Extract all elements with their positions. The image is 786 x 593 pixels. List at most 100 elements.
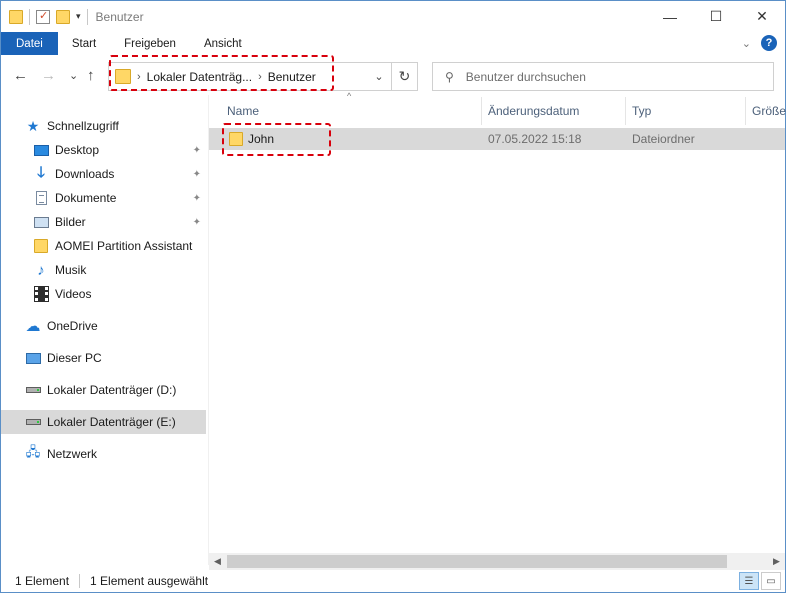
maximize-button[interactable]: ☐ [693, 1, 739, 32]
pin-icon: ✦ [192, 168, 201, 180]
sidebar-item-desktop[interactable]: Desktop ✦ [33, 138, 205, 162]
minimize-button[interactable]: — [647, 1, 693, 32]
pin-icon: ✦ [192, 144, 201, 156]
sidebar-item-label: Bilder [55, 215, 86, 229]
sidebar-item-label: Videos [55, 287, 92, 301]
sidebar-item-label: Lokaler Datenträger (E:) [47, 415, 176, 429]
toolbar-divider [29, 8, 30, 25]
view-switcher: ☰ ▭ [739, 572, 781, 590]
pc-icon [25, 350, 41, 366]
address-bar[interactable]: › Lokaler Datenträg... › Benutzer ⌄ ↻ [108, 62, 418, 91]
document-icon [33, 190, 49, 206]
sidebar-item-label: Dieser PC [47, 351, 102, 365]
breadcrumb: › Lokaler Datenträg... › Benutzer [109, 63, 367, 90]
pictures-icon [33, 214, 49, 230]
help-icon[interactable]: ? [761, 35, 777, 51]
sidebar-item-drive-e[interactable]: Lokaler Datenträger (E:) [1, 410, 206, 434]
explorer-window: ▾ Benutzer — ☐ ✕ Datei Start Freigeben A… [0, 0, 786, 593]
breadcrumb-item-drive[interactable]: Lokaler Datenträg... [147, 70, 252, 84]
breadcrumb-separator-icon[interactable]: › [258, 71, 262, 83]
music-icon: ♪ [37, 261, 45, 279]
tab-ansicht[interactable]: Ansicht [190, 32, 256, 55]
network-icon: 🖧 [25, 444, 41, 459]
back-button[interactable]: ← [13, 67, 28, 84]
sidebar-item-label: Dokumente [55, 191, 117, 205]
breadcrumb-item-benutzer[interactable]: Benutzer [268, 70, 316, 84]
sidebar-item-videos[interactable]: Videos [33, 282, 91, 306]
sidebar-item-dieser-pc[interactable]: Dieser PC [25, 346, 102, 370]
ribbon-right-controls: ⌄ ? [742, 35, 777, 51]
download-icon: 🡓 [37, 163, 45, 181]
scroll-left-icon[interactable]: ◀ [209, 553, 226, 570]
quick-access-toolbar: ▾ [1, 8, 88, 25]
sidebar-item-dokumente[interactable]: Dokumente ✦ [33, 186, 205, 210]
pin-icon: ✦ [192, 192, 201, 204]
item-count: 1 Element [15, 574, 70, 588]
properties-icon[interactable] [36, 9, 50, 24]
customize-toolbar-dropdown-icon[interactable]: ▾ [76, 11, 81, 22]
folder-icon [229, 132, 243, 146]
table-row[interactable]: John 07.05.2022 15:18 Dateiordner [209, 128, 785, 150]
sort-ascending-icon: ^ [347, 91, 352, 101]
new-folder-icon[interactable] [56, 9, 70, 24]
ribbon-tabs: Datei Start Freigeben Ansicht ⌄ ? [1, 32, 785, 55]
breadcrumb-separator-icon[interactable]: › [137, 71, 141, 83]
navigation-pane: ★ Schnellzugriff Desktop ✦ 🡓 Downloads ✦… [1, 95, 208, 565]
tab-datei[interactable]: Datei [1, 32, 58, 55]
recent-locations-button[interactable]: ⌄ [69, 69, 78, 82]
refresh-button[interactable]: ↻ [391, 63, 417, 90]
search-icon: ⚲ [445, 69, 454, 84]
forward-button[interactable]: → [41, 67, 56, 84]
modified-cell: 07.05.2022 15:18 [488, 132, 582, 146]
sidebar-item-label: Lokaler Datenträger (D:) [47, 383, 177, 397]
folder-icon [33, 238, 49, 254]
tab-freigeben[interactable]: Freigeben [110, 32, 190, 55]
file-list: ^ Name Änderungsdatum Typ Größe John 07.… [209, 91, 786, 565]
sidebar-item-musik[interactable]: ♪ Musik [33, 258, 86, 282]
sidebar-item-label: AOMEI Partition Assistant [55, 239, 193, 253]
close-button[interactable]: ✕ [739, 1, 785, 32]
file-name-cell: John [229, 128, 274, 150]
window-controls: — ☐ ✕ [647, 1, 785, 32]
sidebar-item-drive-d[interactable]: Lokaler Datenträger (D:) [25, 378, 176, 402]
sidebar-item-label: Netzwerk [47, 447, 98, 461]
sidebar-item-downloads[interactable]: 🡓 Downloads ✦ [33, 162, 205, 186]
title-bar: ▾ Benutzer — ☐ ✕ [1, 1, 785, 32]
large-icons-view-icon[interactable]: ▭ [761, 572, 781, 590]
type-cell: Dateiordner [632, 132, 695, 146]
column-divider[interactable] [745, 97, 746, 125]
cloud-icon: ☁ [25, 318, 41, 335]
column-header-modified[interactable]: Änderungsdatum [488, 95, 579, 127]
column-header-type[interactable]: Typ [632, 95, 651, 127]
scrollbar-thumb[interactable] [227, 555, 727, 568]
folder-icon [115, 69, 131, 84]
status-bar: 1 Element 1 Element ausgewählt ☰ ▭ [1, 570, 785, 592]
column-header-size[interactable]: Größe [752, 95, 786, 127]
desktop-icon [33, 142, 49, 158]
expand-ribbon-icon[interactable]: ⌄ [742, 37, 751, 50]
details-view-icon[interactable]: ☰ [739, 572, 759, 590]
column-divider[interactable] [481, 97, 482, 125]
column-header-name[interactable]: Name [227, 95, 259, 127]
horizontal-scrollbar[interactable]: ◀ ▶ [209, 553, 785, 570]
scroll-right-icon[interactable]: ▶ [768, 553, 785, 570]
sidebar-item-netzwerk[interactable]: 🖧 Netzwerk [25, 442, 97, 466]
navigation-bar: ← → ⌄ ↑ › Lokaler Datenträg... › Benutze… [1, 57, 785, 95]
sidebar-item-aomei[interactable]: AOMEI Partition Assistant [33, 234, 192, 258]
sidebar-item-schnellzugriff[interactable]: ★ Schnellzugriff [25, 114, 119, 138]
sidebar-item-label: Downloads [55, 167, 115, 181]
file-name: John [248, 132, 275, 146]
folder-icon [9, 9, 23, 24]
column-divider[interactable] [625, 97, 626, 125]
drive-icon [25, 382, 41, 398]
search-input[interactable] [465, 69, 746, 84]
sidebar-item-bilder[interactable]: Bilder ✦ [33, 210, 205, 234]
selection-count: 1 Element ausgewählt [90, 574, 209, 588]
search-box[interactable]: ⚲ [432, 62, 774, 91]
up-button[interactable]: ↑ [87, 67, 95, 84]
tab-start[interactable]: Start [58, 32, 110, 55]
toolbar-divider [86, 8, 88, 25]
sidebar-item-label: OneDrive [47, 319, 98, 333]
sidebar-item-onedrive[interactable]: ☁ OneDrive [25, 314, 98, 338]
address-dropdown-icon[interactable]: ⌄ [367, 70, 391, 83]
